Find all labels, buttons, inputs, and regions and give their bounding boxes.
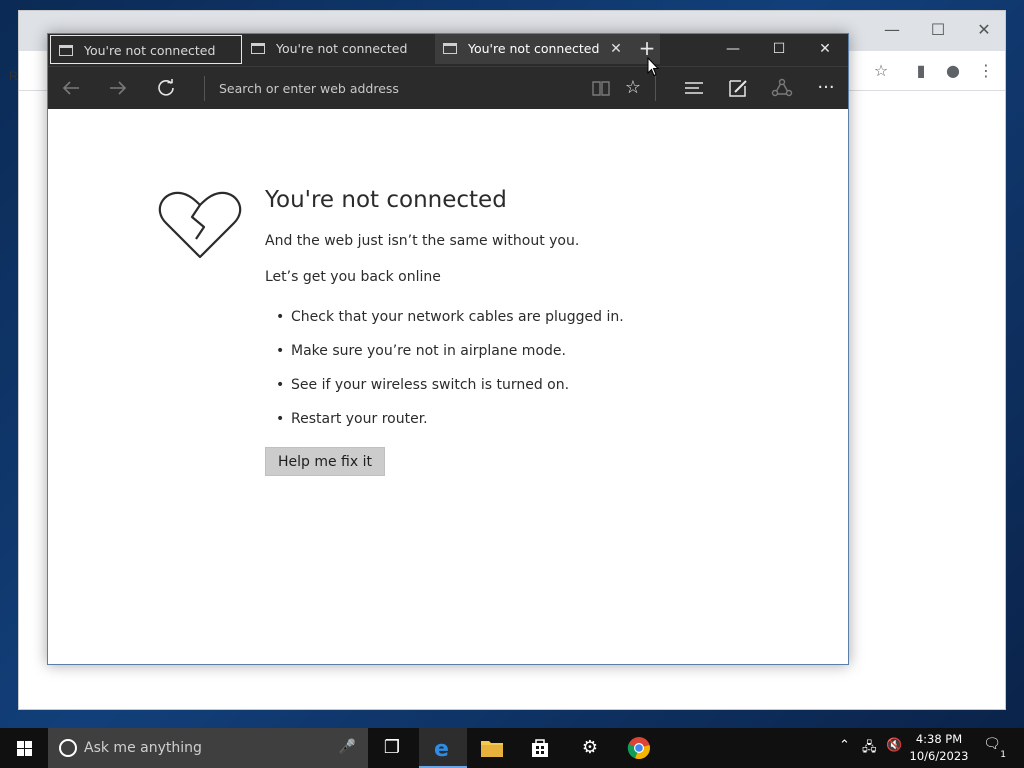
windows-logo-icon	[17, 749, 24, 756]
page-back-online: Let’s get you back online	[265, 269, 441, 285]
background-left-text: R	[9, 69, 18, 83]
network-disconnected-icon[interactable]: 🖧	[862, 738, 877, 760]
list-item: See if your wireless switch is turned on…	[276, 377, 624, 411]
edge-window[interactable]: You're not connected You're not connecte…	[47, 33, 849, 665]
action-center-icon[interactable]: 🗨 1	[980, 736, 1006, 760]
address-separator	[204, 76, 205, 101]
chrome-icon[interactable]	[615, 728, 663, 768]
tab-1-label: You're not connected	[84, 43, 216, 58]
minimize-icon[interactable]: —	[710, 34, 756, 64]
page-subtext: And the web just isn’t the same without …	[265, 233, 580, 249]
store-icon[interactable]	[516, 728, 564, 768]
broken-heart-icon	[158, 191, 242, 259]
background-sidepanel-icon[interactable]: ▮	[909, 59, 933, 83]
chevron-up-icon[interactable]: ⌃	[839, 738, 850, 753]
forward-arrow-icon[interactable]	[103, 74, 133, 102]
cortana-icon	[59, 739, 77, 757]
start-button[interactable]	[0, 728, 48, 768]
system-clock[interactable]: 4:38 PM 10/6/2023	[906, 731, 972, 765]
background-close-icon[interactable]: ✕	[969, 17, 999, 43]
svg-text:e: e	[434, 737, 449, 760]
background-star-icon[interactable]: ☆	[869, 59, 893, 83]
cortana-search-box[interactable]: Ask me anything 🎤	[48, 728, 368, 768]
web-note-icon[interactable]	[723, 74, 753, 102]
toolbar-separator	[655, 76, 656, 101]
task-view-icon[interactable]: ❐	[368, 728, 416, 768]
hub-icon[interactable]	[679, 74, 709, 102]
background-menu-icon[interactable]: ⋮	[974, 59, 998, 83]
notification-count: 1	[1000, 750, 1006, 760]
background-minimize-icon[interactable]: —	[877, 17, 907, 43]
page-icon	[59, 45, 73, 56]
windows-logo-icon	[25, 741, 32, 748]
share-icon[interactable]	[767, 74, 797, 102]
error-page: You're not connected And the web just is…	[48, 109, 848, 664]
file-explorer-icon[interactable]	[468, 728, 516, 768]
search-placeholder: Ask me anything	[84, 740, 202, 756]
page-icon	[251, 43, 265, 54]
tab-2-label: You're not connected	[276, 41, 408, 56]
list-item: Restart your router.	[276, 411, 624, 445]
help-me-fix-it-button[interactable]: Help me fix it	[265, 447, 385, 476]
taskbar: Ask me anything 🎤 ❐ e ⚙ ⌃ 🖧 🔇 4:38 PM 10…	[0, 728, 1024, 768]
favorite-star-icon[interactable]: ☆	[618, 74, 648, 102]
tab-1[interactable]: You're not connected	[50, 35, 242, 64]
clock-time: 4:38 PM	[915, 732, 963, 746]
reading-view-icon[interactable]	[586, 74, 616, 102]
tab-3-label: You're not connected	[468, 41, 600, 56]
more-options-icon[interactable]: ···	[811, 74, 841, 102]
edge-titlebar: You're not connected You're not connecte…	[48, 34, 848, 66]
address-bar[interactable]	[208, 73, 588, 103]
refresh-icon[interactable]	[151, 74, 181, 102]
tab-close-icon[interactable]: ✕	[608, 34, 624, 64]
background-profile-icon[interactable]: ●	[941, 59, 965, 83]
close-icon[interactable]: ✕	[802, 34, 848, 64]
back-arrow-icon[interactable]	[56, 74, 86, 102]
clock-date: 10/6/2023	[909, 749, 969, 763]
tab-3-active[interactable]: You're not connected ✕	[435, 34, 660, 64]
edge-taskbar-icon[interactable]: e	[419, 728, 467, 768]
page-title: You're not connected	[265, 187, 507, 213]
edge-toolbar: ☆ ···	[48, 66, 848, 109]
tab-2[interactable]: You're not connected	[243, 34, 433, 64]
microphone-icon[interactable]: 🎤	[339, 739, 356, 755]
list-item: Check that your network cables are plugg…	[276, 309, 624, 343]
troubleshoot-list: Check that your network cables are plugg…	[276, 309, 624, 445]
windows-logo-icon	[17, 741, 24, 748]
settings-gear-icon[interactable]: ⚙	[566, 728, 614, 768]
windows-logo-icon	[25, 749, 32, 756]
background-maximize-icon[interactable]: ☐	[923, 17, 953, 43]
mouse-cursor-icon	[647, 57, 659, 77]
volume-muted-icon[interactable]: 🔇	[886, 738, 902, 753]
maximize-icon[interactable]: ☐	[756, 34, 802, 64]
list-item: Make sure you’re not in airplane mode.	[276, 343, 624, 377]
page-icon	[443, 43, 457, 54]
